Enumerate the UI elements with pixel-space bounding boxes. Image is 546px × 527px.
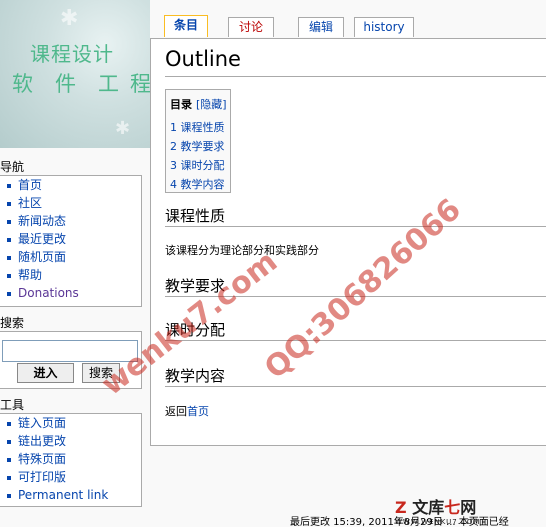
nav-item-community[interactable]: 社区 <box>0 194 141 212</box>
logo-text-line2: 软件工 <box>12 72 141 96</box>
back-link-line: 返回首页 <box>165 403 209 419</box>
section-heading: 教学内容 <box>165 367 226 385</box>
home-link[interactable]: 首页 <box>187 405 209 418</box>
toc-item[interactable]: 1 课程性质 <box>170 119 225 135</box>
section-divider <box>165 340 546 341</box>
tool-permanent-link[interactable]: Permanent link <box>0 486 141 504</box>
go-button[interactable]: 进入 <box>17 363 74 383</box>
section-heading: 课程性质 <box>165 207 226 225</box>
nav-item-help[interactable]: 帮助 <box>0 266 141 284</box>
star-decoration-icon: ✱ <box>60 6 79 31</box>
toc-hide-link[interactable]: [隐藏] <box>196 96 227 112</box>
nav-heading: 导航 <box>0 160 25 174</box>
nav-portlet: 首页 社区 新闻动态 最近更改 随机页面 帮助 Donations <box>0 175 142 307</box>
nav-item-random[interactable]: 随机页面 <box>0 248 141 266</box>
nav-item-donations[interactable]: Donations <box>0 284 141 302</box>
toc-item[interactable]: 2 教学要求 <box>170 138 225 154</box>
tab-history[interactable]: history <box>354 17 414 37</box>
footer-text: 最后更改 15:39, 2011年8月29日 ... 本页面已经 <box>290 517 509 527</box>
tab-edit[interactable]: 编辑 <box>298 17 344 37</box>
tab-discussion[interactable]: 讨论 <box>228 17 274 37</box>
tab-article[interactable]: 条目 <box>164 15 208 37</box>
back-prefix: 返回 <box>165 405 187 418</box>
nav-item-home[interactable]: 首页 <box>0 176 141 194</box>
tool-related-changes[interactable]: 链出更改 <box>0 432 141 450</box>
tool-what-links-here[interactable]: 链入页面 <box>0 414 141 432</box>
star-decoration-icon: ✱ <box>115 118 131 139</box>
toc-item[interactable]: 4 教学内容 <box>170 176 225 192</box>
toc-item[interactable]: 3 课时分配 <box>170 157 225 173</box>
logo-text-line1: 课程设计 <box>30 42 114 66</box>
tool-special-pages[interactable]: 特殊页面 <box>0 450 141 468</box>
logo-text-line3: 程 <box>130 72 150 96</box>
title-divider <box>165 76 546 77</box>
nav-item-recent-changes[interactable]: 最近更改 <box>0 230 141 248</box>
tool-printable-version[interactable]: 可打印版 <box>0 468 141 486</box>
tools-portlet: 链入页面 链出更改 特殊页面 可打印版 Permanent link <box>0 413 142 507</box>
toc-title: 目录 <box>170 98 192 111</box>
tools-heading: 工具 <box>0 398 25 412</box>
section-text: 该课程分为理论部分和实践部分 <box>165 244 319 257</box>
section-divider <box>165 226 546 227</box>
content-area: Outline 目录 [隐藏] 1 课程性质 2 教学要求 3 课时分配 4 教… <box>150 38 546 446</box>
page-title: Outline <box>165 47 241 71</box>
site-logo[interactable]: ✱ ✱ 课程设计 软件工 程 <box>0 0 150 148</box>
section-divider <box>165 386 546 387</box>
search-heading: 搜索 <box>0 316 25 330</box>
nav-item-news[interactable]: 新闻动态 <box>0 212 141 230</box>
table-of-contents: 目录 [隐藏] 1 课程性质 2 教学要求 3 课时分配 4 教学内容 <box>165 89 231 193</box>
footer: 最后更改 15:39, 2011年8月29日 ... 本页面已经 <box>0 510 546 527</box>
